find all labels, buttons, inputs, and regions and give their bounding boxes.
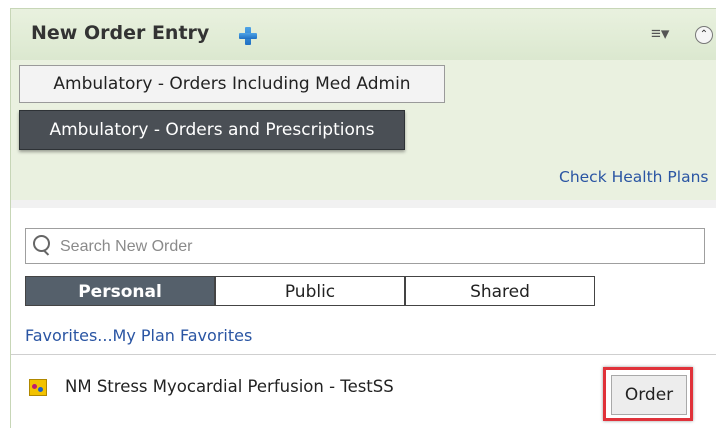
search-input[interactable] [58,229,702,265]
new-order-entry-panel: New Order Entry ≡▾ ⌃ Ambulatory - Orders… [10,8,716,428]
tab-personal[interactable]: Personal [25,276,215,306]
order-sets-area: Ambulatory - Orders Including Med Admin … [10,60,716,200]
page-title: New Order Entry [31,22,210,44]
list-item: NM Stress Myocardial Perfusion - TestSS … [11,355,716,428]
order-button-highlight: Order [603,367,693,421]
panel-header: New Order Entry ≡▾ ⌃ [10,8,716,61]
order-item-name: NM Stress Myocardial Perfusion - TestSS [65,377,394,396]
order-set-button-med-admin[interactable]: Ambulatory - Orders Including Med Admin [19,65,445,103]
tab-shared[interactable]: Shared [405,276,595,306]
orders-section: Personal Public Shared Favorites...My Pl… [10,208,716,428]
search-box[interactable] [25,228,705,265]
check-health-plans-link[interactable]: Check Health Plans [559,168,708,186]
plus-icon[interactable] [239,27,257,45]
section-divider [10,200,716,208]
tab-public[interactable]: Public [215,276,405,306]
order-set-button-prescriptions[interactable]: Ambulatory - Orders and Prescriptions [19,110,405,150]
order-button[interactable]: Order [611,375,687,415]
orderable-icon [29,379,47,396]
hamburger-menu-icon[interactable]: ≡▾ [651,25,673,42]
search-icon [33,235,50,252]
favorites-breadcrumb[interactable]: Favorites...My Plan Favorites [25,326,252,345]
collapse-up-icon[interactable]: ⌃ [695,26,713,44]
